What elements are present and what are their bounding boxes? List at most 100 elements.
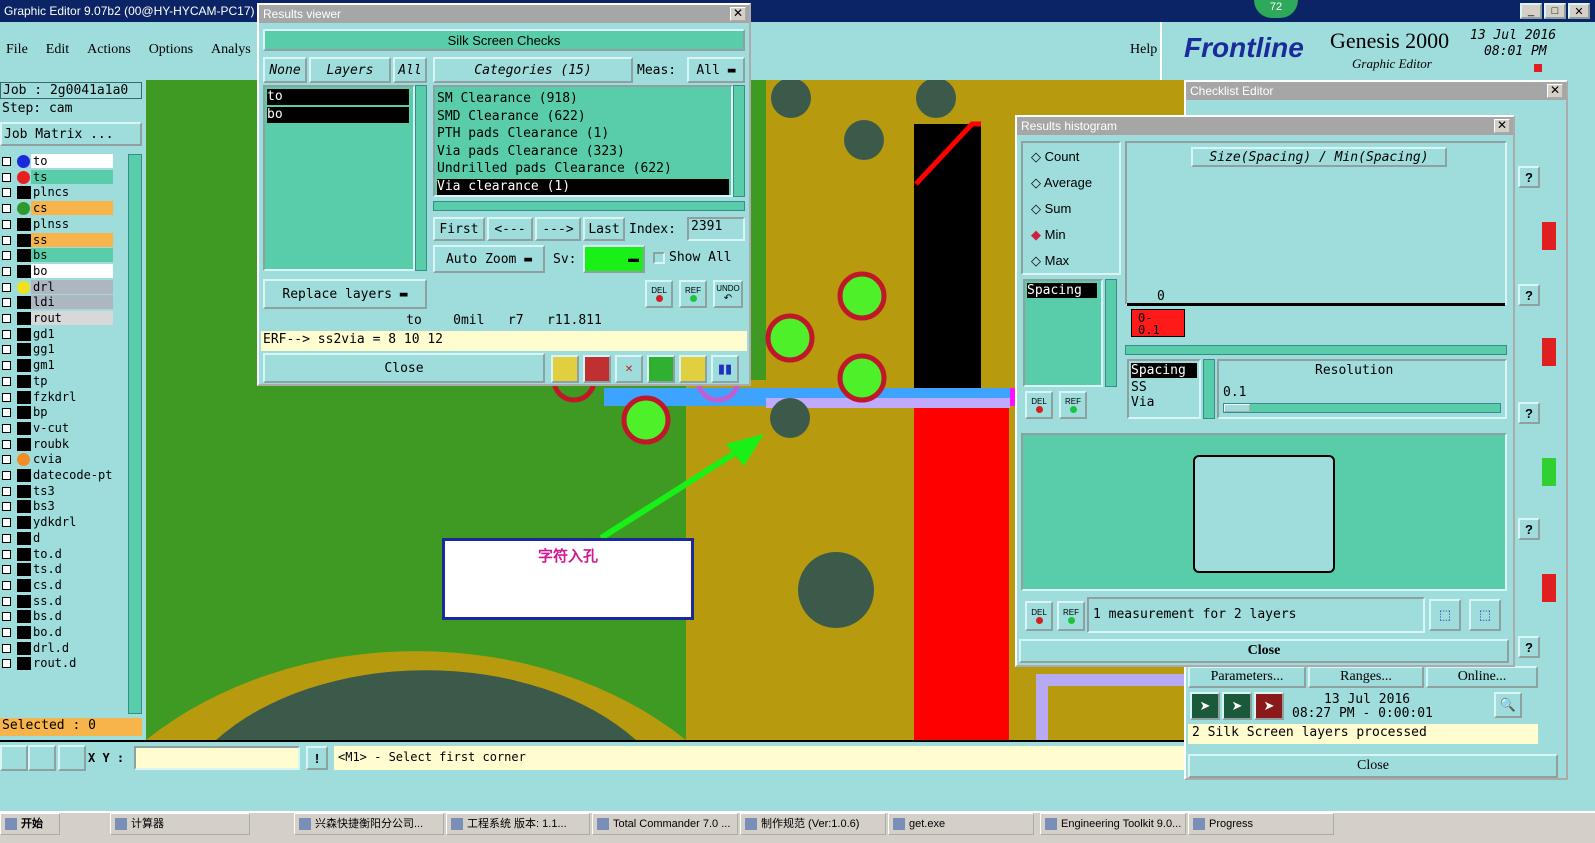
layer-row[interactable]: to.d [0, 546, 114, 562]
export-icon[interactable]: ⬚ [1429, 599, 1461, 631]
ranges-button[interactable]: Ranges... [1308, 666, 1424, 688]
checklist-close-icon[interactable]: ✕ [1547, 84, 1563, 98]
help-icon[interactable]: ? [1518, 166, 1540, 188]
layer-row[interactable]: ss [0, 232, 114, 248]
layers-button[interactable]: Layers [309, 57, 391, 83]
layer-row[interactable]: roubk [0, 436, 114, 452]
compare-icon[interactable] [647, 355, 675, 383]
export-icon[interactable] [583, 355, 611, 383]
layer-checkbox[interactable] [2, 423, 11, 433]
layer-row[interactable]: v-cut [0, 420, 114, 436]
layer-checkbox[interactable] [2, 204, 11, 214]
help-icon[interactable]: ? [1518, 284, 1540, 306]
layer-checkbox[interactable] [2, 282, 11, 292]
prev-button[interactable]: <--- [487, 217, 533, 241]
menu-options[interactable]: Options [149, 42, 193, 58]
layer-checkbox[interactable] [2, 596, 11, 606]
layer-checkbox[interactable] [2, 659, 11, 669]
list-item[interactable]: Via [1129, 395, 1199, 410]
all-button[interactable]: All [393, 57, 427, 83]
stop-icon[interactable]: ➤ [1254, 692, 1284, 720]
radio-sum[interactable]: ◇ Sum [1031, 201, 1071, 217]
start-button[interactable]: 开始 [0, 813, 60, 835]
layer-checkbox[interactable] [2, 219, 11, 229]
layer-row[interactable]: bo [0, 263, 114, 279]
layer-checkbox[interactable] [2, 172, 11, 182]
layer-checkbox[interactable] [2, 439, 11, 449]
layer-type-scrollbar[interactable] [1203, 359, 1215, 419]
del-button[interactable]: DEL [645, 280, 673, 308]
layer-row[interactable]: plncs [0, 185, 114, 200]
histogram-icon[interactable]: ▮▮ [711, 355, 739, 383]
layer-row[interactable]: gg1 [0, 342, 114, 357]
taskbar-item[interactable]: Progress [1188, 813, 1334, 835]
measure-tool-icon[interactable] [28, 745, 56, 771]
sv-color-select[interactable]: ▬ [583, 245, 645, 273]
layer-checkbox[interactable] [2, 628, 11, 637]
layer-row[interactable]: cs [0, 201, 114, 216]
taskbar-item[interactable]: 工程系统 版本: 1.1... [446, 813, 590, 835]
parameters-button[interactable]: Parameters... [1188, 666, 1306, 688]
histogram-ref-button[interactable]: REF [1059, 391, 1087, 419]
layer-checkbox[interactable] [2, 251, 11, 261]
list-item-selected[interactable]: Via clearance (1) [437, 178, 729, 195]
list-item[interactable]: PTH pads Clearance (1) [437, 126, 729, 144]
next-button[interactable]: ---> [535, 217, 581, 241]
list-item-selected[interactable]: Spacing [1131, 363, 1197, 378]
erf-icon[interactable]: ✕ [615, 355, 643, 383]
taskbar-item[interactable]: Engineering Toolkit 9.0... [1040, 813, 1186, 835]
first-button[interactable]: First [433, 217, 485, 241]
layer-checkbox[interactable] [2, 314, 11, 323]
menu-actions[interactable]: Actions [87, 42, 131, 58]
minimize-button[interactable]: _ [1520, 3, 1542, 19]
list-item-selected[interactable]: Spacing [1027, 283, 1097, 298]
show-all-checkbox[interactable] [653, 252, 665, 264]
select-tool-icon[interactable] [0, 745, 28, 771]
layer-checkbox[interactable] [2, 580, 11, 590]
notes-icon[interactable] [679, 355, 707, 383]
layer-checkbox[interactable] [2, 361, 11, 371]
resolution-slider[interactable] [1223, 403, 1501, 413]
list-item[interactable]: Via pads Clearance (323) [437, 144, 729, 162]
layer-row[interactable]: bs [0, 248, 114, 263]
ref-button[interactable]: REF [679, 280, 707, 308]
layer-checkbox[interactable] [2, 518, 11, 528]
help-icon[interactable]: ? [1518, 402, 1540, 424]
meas-select[interactable]: All ▬ [687, 57, 745, 83]
layer-row[interactable]: ss.d [0, 593, 114, 609]
radio-min[interactable]: ◆ Min [1031, 227, 1066, 243]
undo-button[interactable]: UNDO ↶ [713, 280, 743, 308]
results-close-button[interactable]: Close [263, 353, 545, 383]
histogram-bar[interactable]: 0- 0.1 [1131, 309, 1185, 337]
run-all-icon[interactable]: ➤ [1222, 692, 1252, 720]
layer-row[interactable]: gd1 [0, 326, 114, 342]
layer-row[interactable]: rout [0, 311, 114, 326]
replace-layers-button[interactable]: Replace layers ▬ [263, 279, 427, 309]
maximize-button[interactable]: □ [1544, 3, 1566, 19]
layer-row[interactable]: drl [0, 279, 114, 295]
run-icon[interactable]: ➤ [1190, 692, 1220, 720]
job-matrix-button[interactable]: Job Matrix ... [0, 122, 142, 146]
radio-average[interactable]: ◇ Average [1031, 175, 1092, 191]
layers-scrollbar[interactable] [415, 85, 427, 271]
zoom-icon[interactable]: 🔍 [1494, 692, 1522, 718]
alert-button[interactable]: ! [306, 746, 328, 770]
online-button[interactable]: Online... [1426, 666, 1538, 688]
layer-checkbox[interactable] [2, 643, 11, 653]
layer-row[interactable]: tp [0, 373, 114, 389]
layer-checkbox[interactable] [2, 235, 11, 245]
categories-hscroll[interactable] [433, 201, 745, 211]
snap-tool-icon[interactable] [58, 745, 86, 771]
layer-row[interactable]: ts.d [0, 562, 114, 577]
measure-list-scrollbar[interactable] [1105, 279, 1117, 387]
layer-checkbox[interactable] [2, 502, 11, 512]
radio-count[interactable]: ◇ Count [1031, 149, 1079, 165]
layer-row[interactable]: gm1 [0, 358, 114, 373]
layer-checkbox[interactable] [2, 565, 11, 575]
histogram-del-button[interactable]: DEL [1025, 391, 1053, 419]
layer-checkbox[interactable] [2, 533, 11, 543]
layer-row[interactable]: bs.d [0, 609, 114, 624]
menu-analysis[interactable]: Analys [211, 42, 251, 58]
layer-row[interactable]: bs3 [0, 499, 114, 514]
layer-row[interactable]: to [0, 154, 114, 169]
